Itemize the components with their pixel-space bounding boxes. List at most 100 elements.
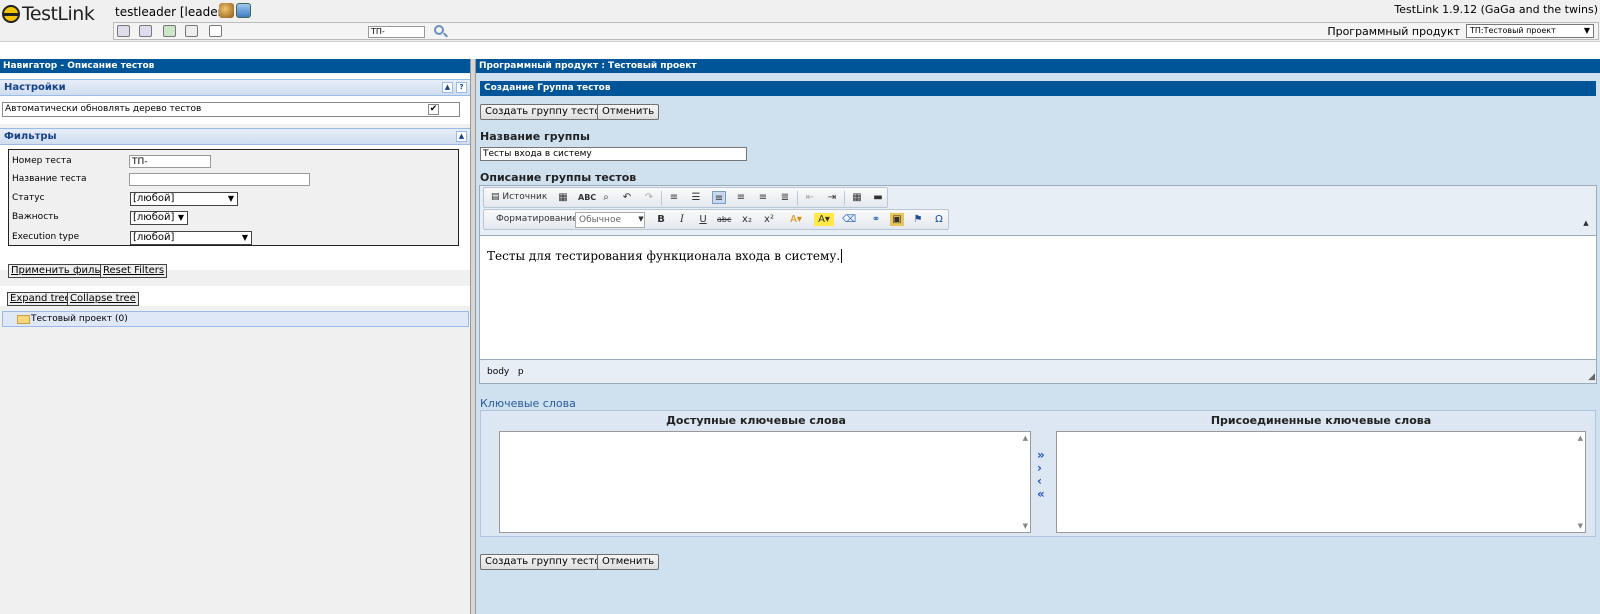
requirements-icon[interactable] — [139, 25, 152, 37]
auto-refresh-label: Автоматически обновлять дерево тестов — [5, 104, 202, 114]
numbered-list-icon[interactable]: ≡ — [667, 191, 681, 204]
top-bar: TestLink testleader [leader] TestLink 1.… — [0, 0, 1600, 42]
home-icon[interactable] — [117, 25, 130, 37]
separator — [661, 191, 662, 205]
exec-type-select[interactable]: [любой] — [130, 231, 252, 245]
subscript-icon[interactable]: x₂ — [740, 213, 754, 226]
available-keywords-label: Доступные ключевые слова — [666, 414, 846, 427]
navigator-title: Навигатор - Описание тестов — [0, 59, 470, 73]
justify-icon[interactable]: ≣ — [778, 191, 792, 204]
find-icon[interactable]: ⌕ — [599, 191, 613, 204]
element-path: body p — [487, 367, 524, 377]
test-execution-icon[interactable] — [185, 25, 198, 37]
remove-keyword-icon[interactable]: ‹ — [1037, 475, 1042, 487]
undo-icon[interactable]: ↶ — [620, 191, 634, 204]
redo-icon[interactable]: ↷ — [642, 191, 656, 204]
scroll-up-icon[interactable]: ▲ — [1578, 434, 1583, 442]
scroll-down-icon[interactable]: ▼ — [1023, 522, 1028, 530]
editor-content-area[interactable]: Тесты для тестирования функционала входа… — [480, 235, 1596, 360]
editor-toolbar-row-2: Форматирование Обычное ▼ B I U abc x₂ x²… — [483, 209, 949, 230]
expand-tree-button[interactable]: Expand tree — [7, 292, 74, 306]
text-color-icon[interactable]: A▾ — [786, 213, 806, 226]
outdent-icon[interactable]: ⇤ — [803, 191, 817, 204]
resize-handle-icon[interactable]: ◢ — [1588, 372, 1595, 382]
cancel-button[interactable]: Отменить — [597, 104, 660, 120]
collapse-toolbar-icon[interactable]: ▲ — [1579, 217, 1593, 230]
importance-select[interactable]: [любой] — [130, 211, 188, 225]
testlink-logo-icon — [2, 5, 20, 23]
remove-all-keywords-icon[interactable]: « — [1037, 488, 1045, 500]
collapse-tree-button[interactable]: Collapse tree — [67, 292, 139, 306]
cancel-button-bottom[interactable]: Отменить — [597, 554, 660, 570]
reset-filters-button[interactable]: Reset Filters — [100, 264, 168, 278]
my-settings-icon[interactable] — [236, 3, 251, 18]
link-icon[interactable]: ⚭ — [869, 213, 883, 226]
path-body[interactable]: body — [487, 367, 509, 377]
product-select[interactable]: ТП:Тестовый проект — [1466, 24, 1594, 38]
settings-title: Настройки — [4, 82, 66, 93]
superscript-icon[interactable]: x² — [762, 213, 776, 226]
rich-text-editor: ▤ Источник ▦ ABC ⌕ ↶ ↷ ≡ ☰ ≡ ≡ ≡ ≣ ⇤ ⇥ ▦… — [479, 185, 1597, 384]
background-color-icon[interactable]: A▾ — [814, 213, 834, 226]
italic-icon[interactable]: I — [675, 213, 689, 226]
indent-icon[interactable]: ⇥ — [825, 191, 839, 204]
chevron-down-icon[interactable]: ▼ — [634, 213, 648, 226]
create-group-button[interactable]: Создать группу тестов — [480, 104, 612, 120]
test-name-input[interactable] — [129, 173, 310, 186]
underline-icon[interactable]: U — [696, 213, 710, 226]
separator — [797, 191, 798, 205]
scroll-down-icon[interactable]: ▼ — [1578, 522, 1583, 530]
tree-root-item[interactable]: Тестовый проект (0) — [2, 311, 469, 327]
format-label: Форматирование — [496, 214, 578, 224]
bold-icon[interactable]: B — [654, 213, 668, 226]
anchor-flag-icon[interactable]: ⚑ — [911, 213, 925, 226]
preview-icon[interactable]: ▦ — [556, 191, 570, 204]
collapse-icon[interactable]: ▲ — [442, 82, 453, 93]
image-icon[interactable]: ▣ — [890, 213, 904, 226]
filter-box: Номер теста ТП- Название теста Статус [л… — [8, 149, 459, 246]
editor-text: Тесты для тестирования функционала входа… — [487, 249, 841, 263]
collapse-icon[interactable]: ▲ — [456, 131, 467, 142]
align-center-icon[interactable]: ≡ — [734, 191, 748, 204]
align-right-icon[interactable]: ≡ — [756, 191, 770, 204]
source-button[interactable]: ▤ Источник — [491, 191, 549, 204]
logout-icon[interactable] — [219, 3, 234, 18]
bulleted-list-icon[interactable]: ☰ — [689, 191, 703, 204]
product-label: Программный продукт — [1327, 25, 1460, 38]
special-char-icon[interactable]: Ω — [932, 213, 946, 226]
path-p[interactable]: p — [518, 367, 524, 377]
workframe-title: Программный продукт : Тестовый проект — [476, 59, 1600, 73]
logo-text: TestLink — [22, 3, 95, 25]
scroll-up-icon[interactable]: ▲ — [1023, 434, 1028, 442]
settings-header[interactable]: Настройки ▲ ? — [0, 79, 470, 96]
test-spec-icon[interactable] — [163, 25, 176, 37]
auto-refresh-checkbox[interactable]: ✔ — [428, 104, 439, 115]
add-all-keywords-icon[interactable]: » — [1037, 449, 1045, 461]
align-left-icon[interactable]: ≡ — [712, 191, 726, 204]
status-select[interactable]: [любой] — [130, 192, 238, 206]
status-label: Статус — [12, 193, 45, 203]
text-caret — [841, 249, 843, 263]
help-icon[interactable]: ? — [456, 82, 467, 93]
current-user: testleader [leader] — [115, 5, 228, 19]
keywords-title: Ключевые слова — [480, 397, 576, 410]
folder-icon — [17, 315, 30, 324]
spellcheck-icon[interactable]: ABC — [578, 191, 596, 204]
filters-header[interactable]: Фильтры ▲ — [0, 128, 470, 145]
remove-format-icon[interactable]: ⌫ — [842, 213, 856, 226]
test-case-search-input[interactable]: ТП- — [368, 26, 425, 38]
search-icon[interactable] — [434, 25, 444, 35]
create-group-button-bottom[interactable]: Создать группу тестов — [480, 554, 612, 570]
reports-icon[interactable] — [209, 25, 222, 37]
strikethrough-icon[interactable]: abc — [717, 213, 731, 226]
test-number-input[interactable]: ТП- — [129, 155, 211, 168]
test-number-label: Номер теста — [12, 156, 72, 166]
available-keywords-list[interactable]: ▲ ▼ — [499, 431, 1031, 533]
assigned-keywords-list[interactable]: ▲ ▼ — [1056, 431, 1586, 533]
table-icon[interactable]: ▦ — [850, 191, 864, 204]
logo[interactable]: TestLink — [2, 3, 95, 25]
group-name-label: Название группы — [480, 130, 590, 143]
add-keyword-icon[interactable]: › — [1037, 462, 1042, 474]
group-name-input[interactable]: Тесты входа в систему — [480, 147, 747, 161]
horizontal-rule-icon[interactable]: ▬ — [871, 191, 885, 204]
